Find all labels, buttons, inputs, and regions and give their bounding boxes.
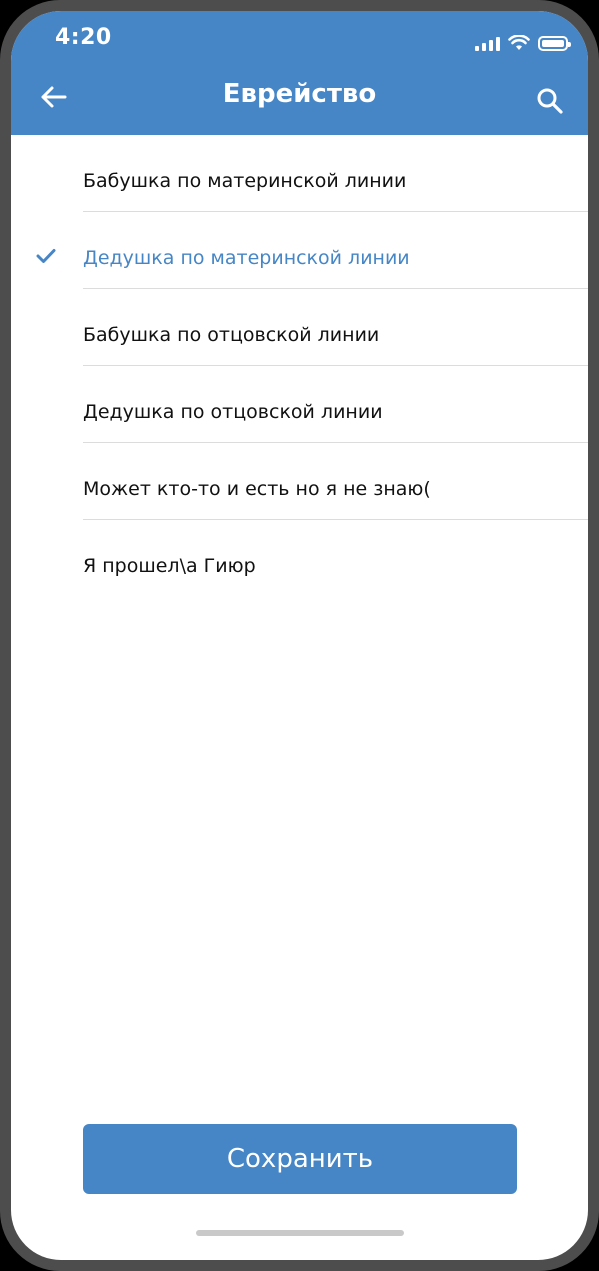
- cellular-signal-icon: [475, 35, 500, 51]
- option-label: Дедушка по материнской линии: [83, 247, 410, 269]
- list-item-option-selected[interactable]: Дедушка по материнской линии: [11, 212, 588, 289]
- option-label: Бабушка по материнской линии: [83, 170, 407, 192]
- search-icon: [537, 88, 563, 114]
- battery-icon: [538, 35, 571, 51]
- option-label: Я прошел\а Гиюр: [83, 555, 256, 577]
- options-list: Бабушка по материнской линии Дедушка по …: [11, 135, 588, 597]
- option-label: Может кто-то и есть но я не знаю(: [83, 478, 431, 500]
- list-item-option[interactable]: Может кто-то и есть но я не знаю(: [11, 443, 588, 520]
- home-indicator[interactable]: [196, 1230, 404, 1236]
- search-button[interactable]: [530, 81, 570, 121]
- status-time: 4:20: [55, 25, 112, 50]
- phone-frame: 4:20 Еврейство Бабушка по материнской ли…: [0, 0, 599, 1271]
- screen: 4:20 Еврейство Бабушка по материнской ли…: [11, 11, 588, 1260]
- app-bar: 4:20 Еврейство: [11, 11, 588, 135]
- save-button[interactable]: Сохранить: [83, 1124, 517, 1194]
- option-label: Бабушка по отцовской линии: [83, 324, 380, 346]
- list-item-option[interactable]: Бабушка по материнской линии: [11, 135, 588, 212]
- list-item-option[interactable]: Дедушка по отцовской линии: [11, 366, 588, 443]
- checkmark-icon: [36, 249, 56, 263]
- page-title: Еврейство: [222, 79, 377, 109]
- option-label: Дедушка по отцовской линии: [83, 401, 383, 423]
- list-item-option[interactable]: Бабушка по отцовской линии: [11, 289, 588, 366]
- list-item-option[interactable]: Я прошел\а Гиюр: [11, 520, 588, 597]
- status-icons: [475, 33, 571, 53]
- wifi-icon: [508, 35, 530, 50]
